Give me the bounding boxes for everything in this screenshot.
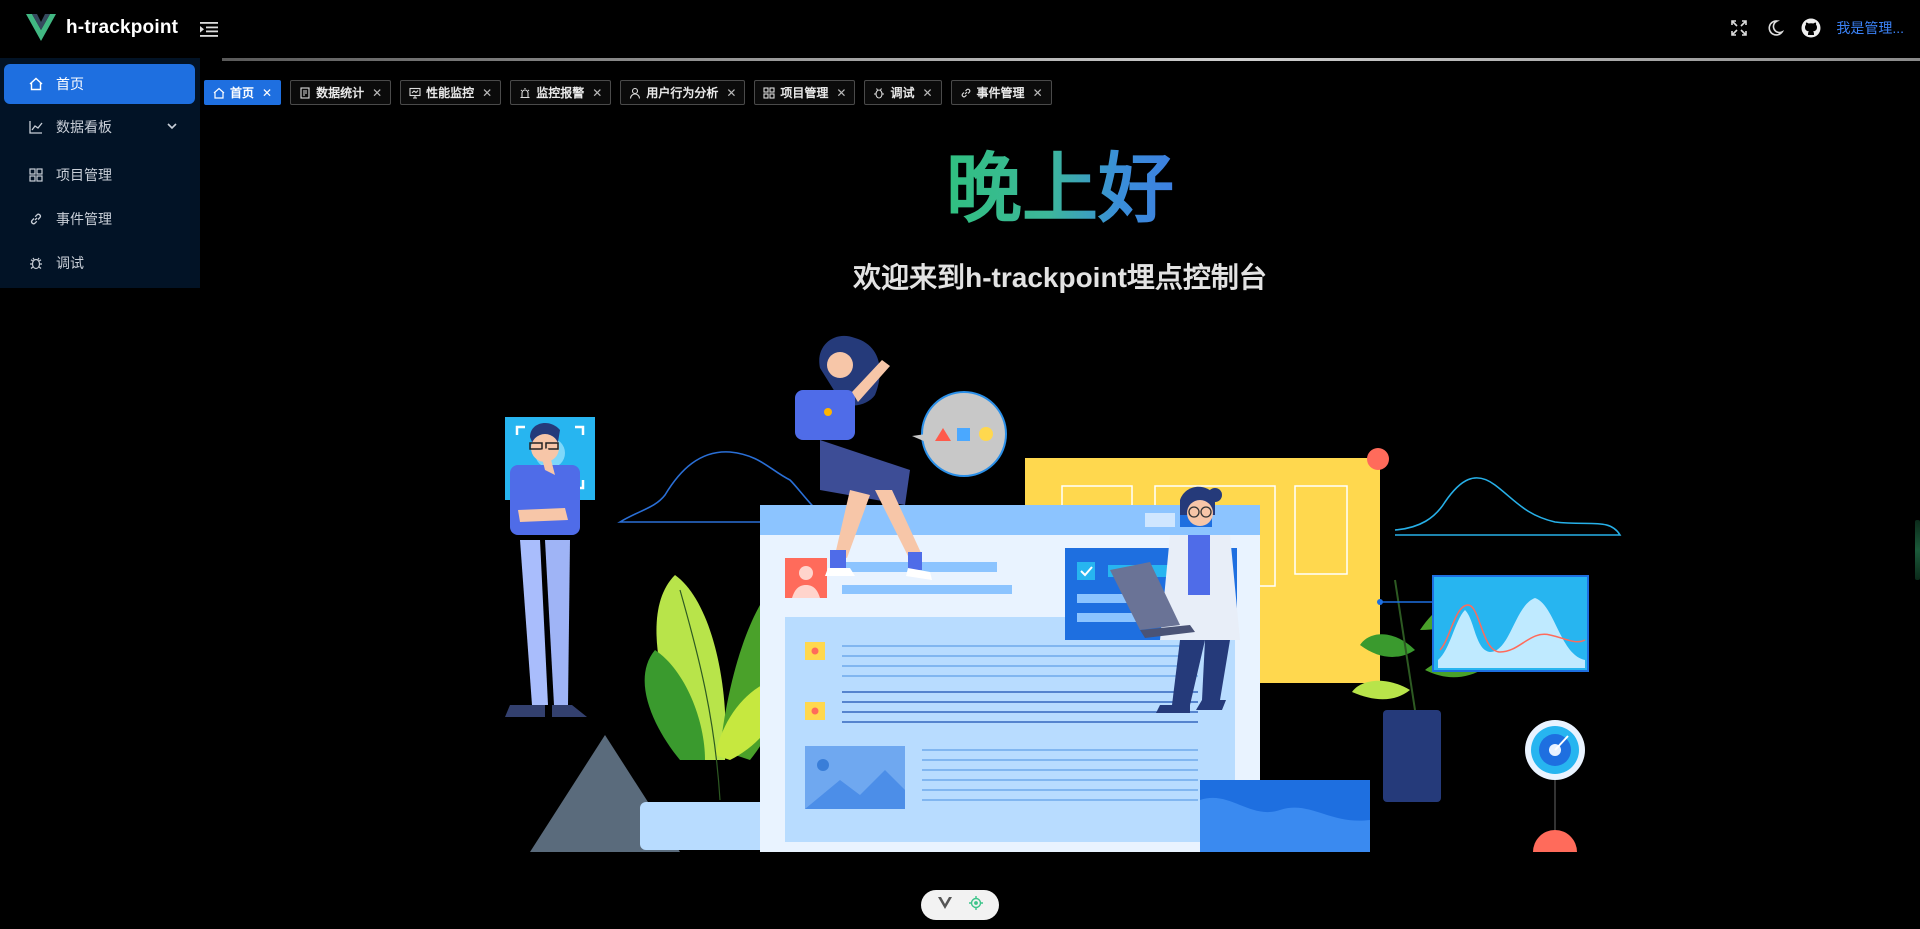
welcome-illustration [505,335,1622,852]
sidebar-item-events[interactable]: 事件管理 [4,199,195,239]
tab-events[interactable]: 事件管理 ✕ [950,80,1052,105]
chart-line-icon [28,119,44,135]
vue-logo-icon [26,14,56,41]
tab-performance[interactable]: 性能监控 ✕ [400,80,502,105]
close-icon[interactable]: ✕ [262,86,272,100]
home-icon [213,87,225,99]
sidebar-item-debug[interactable]: 调试 [4,243,195,283]
close-icon[interactable]: ✕ [592,86,602,100]
bug-icon [873,87,885,99]
close-icon[interactable]: ✕ [482,86,492,100]
link-icon [960,87,972,99]
sidebar-item-label: 事件管理 [56,211,112,227]
link-icon [28,211,44,227]
document-icon [299,86,311,99]
tab-alarm[interactable]: 监控报警 ✕ [510,80,612,105]
greeting-title: 晚上好 [946,147,1174,232]
close-icon[interactable]: ✕ [922,86,932,100]
sidebar-item-label: 数据看板 [56,119,112,135]
greeting-wrap: 晚上好 [200,142,1920,238]
alarm-icon [519,87,531,99]
tab-label: 用户行为分析 [646,86,719,100]
dark-mode-icon[interactable] [1764,17,1786,39]
tab-label: 事件管理 [976,86,1025,100]
home-icon [28,76,44,92]
tab-label: 调试 [890,86,915,100]
tab-label: 项目管理 [780,86,829,100]
close-icon[interactable]: ✕ [1033,86,1043,100]
grid-icon [763,86,775,99]
chevron-down-icon [167,123,177,130]
sidebar-item-label: 项目管理 [56,167,112,183]
close-icon[interactable]: ✕ [836,86,846,100]
top-header: h-trackpoint 我是管理... [0,0,1920,58]
tab-label: 数据统计 [316,86,365,100]
tab-projects[interactable]: 项目管理 ✕ [754,80,856,105]
user-name-link[interactable]: 我是管理... [1836,18,1904,38]
sidebar: 首页 数据看板 项目管理 事件管理 调试 [0,58,200,288]
sidebar-item-dashboard[interactable]: 数据看板 [4,107,195,147]
menu-collapse-icon[interactable] [198,18,220,40]
tab-bar: 首页 ✕ 数据统计 ✕ 性能监控 ✕ 监控报警 ✕ 用户行为分析 ✕ 项目管理 … [204,80,1052,105]
floating-toolbar [921,890,999,920]
bug-icon [28,255,44,271]
inspect-target-icon[interactable] [968,895,983,915]
tab-data-stats[interactable]: 数据统计 ✕ [290,80,392,105]
tab-label: 首页 [230,86,255,100]
tab-label: 监控报警 [536,86,585,100]
tab-label: 性能监控 [426,86,475,100]
app-name: h-trackpoint [66,17,179,38]
loading-bar [222,58,1920,61]
welcome-subtitle: 欢迎来到h-trackpoint埋点控制台 [853,262,1267,293]
close-icon[interactable]: ✕ [372,86,382,100]
user-icon [629,87,641,99]
vue-devtools-icon[interactable] [937,896,952,914]
tab-home[interactable]: 首页 ✕ [204,80,282,105]
sidebar-item-label: 首页 [56,76,84,92]
close-icon[interactable]: ✕ [726,86,736,100]
grid-icon [28,167,44,183]
github-icon[interactable] [1800,17,1822,39]
scroll-indicator[interactable] [1915,520,1920,580]
monitor-icon [409,87,421,99]
sidebar-item-home[interactable]: 首页 [4,64,195,104]
fullscreen-icon[interactable] [1728,17,1750,39]
tab-user-behavior[interactable]: 用户行为分析 ✕ [620,80,746,105]
tab-debug[interactable]: 调试 ✕ [864,80,942,105]
brand[interactable]: h-trackpoint [26,14,178,42]
sidebar-item-label: 调试 [56,255,84,271]
sidebar-item-projects[interactable]: 项目管理 [4,155,195,195]
